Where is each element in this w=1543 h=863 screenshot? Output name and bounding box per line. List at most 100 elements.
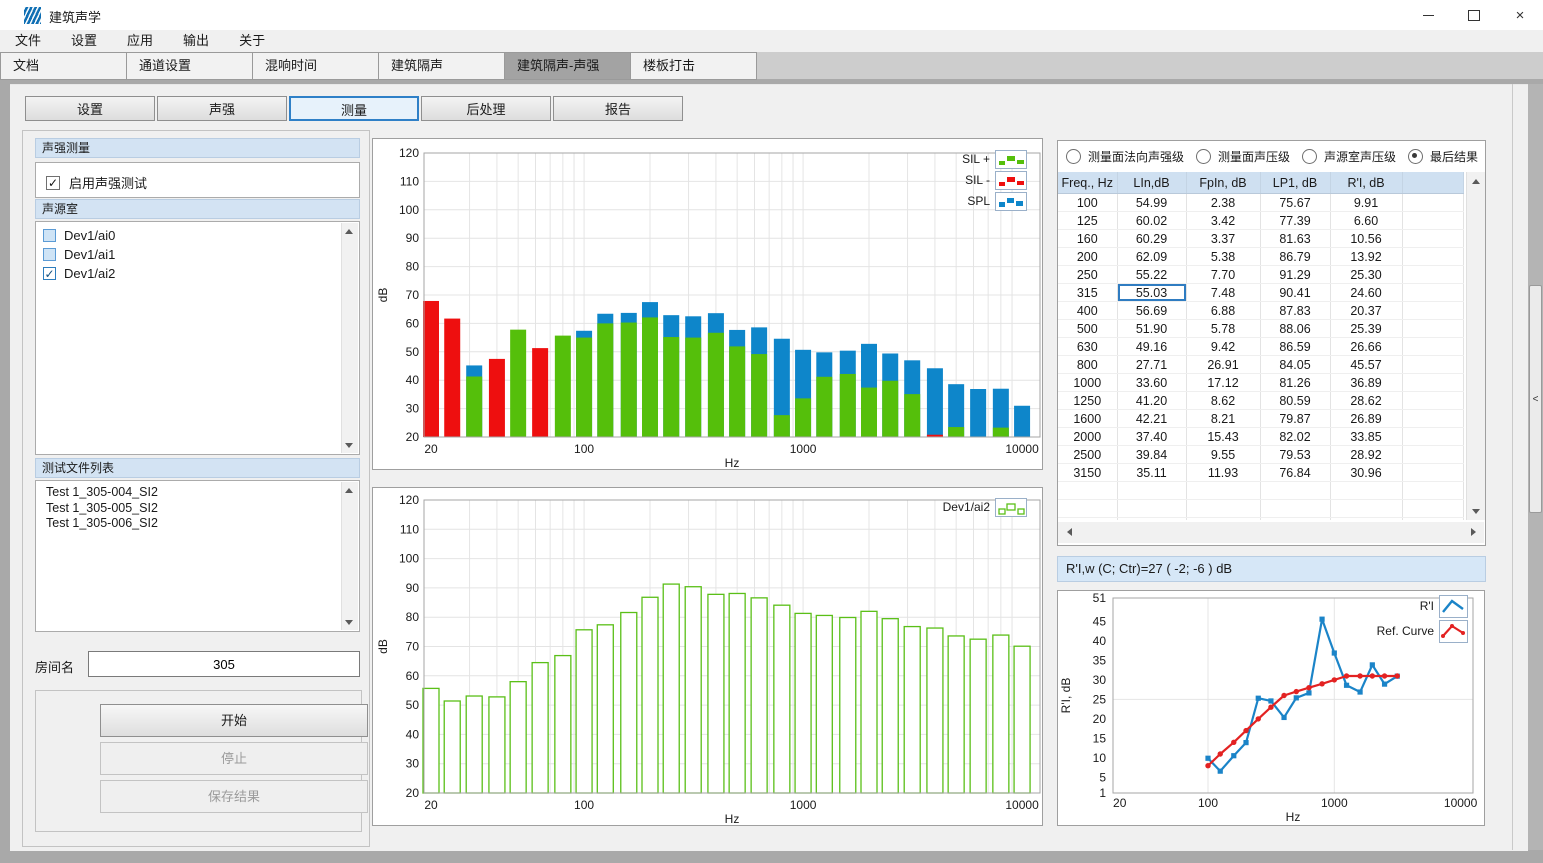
table-cell[interactable]: 1250: [1058, 392, 1117, 410]
table-v-scrollbar[interactable]: [1466, 172, 1485, 520]
table-cell[interactable]: 60.02: [1117, 212, 1186, 230]
device-list-item[interactable]: Dev1/ai0: [36, 226, 359, 245]
table-cell[interactable]: 79.87: [1260, 410, 1330, 428]
scroll-up-icon[interactable]: [1469, 174, 1483, 188]
table-cell[interactable]: 8.62: [1186, 392, 1260, 410]
test-file-item[interactable]: Test 1_305-005_SI2: [46, 501, 359, 517]
table-cell[interactable]: [1402, 374, 1463, 392]
table-cell[interactable]: 84.05: [1260, 356, 1330, 374]
device-list-scrollbar[interactable]: [341, 223, 358, 453]
table-cell[interactable]: [1402, 410, 1463, 428]
subtab-2[interactable]: 测量: [289, 96, 419, 121]
table-cell[interactable]: [1402, 302, 1463, 320]
table-cell[interactable]: 2.38: [1186, 194, 1260, 212]
table-cell[interactable]: 11.93: [1186, 464, 1260, 482]
tab-2[interactable]: 混响时间: [253, 52, 379, 80]
table-cell[interactable]: 87.83: [1260, 302, 1330, 320]
table-cell[interactable]: 54.99: [1117, 194, 1186, 212]
table-cell[interactable]: [1402, 320, 1463, 338]
table-cell[interactable]: 800: [1058, 356, 1117, 374]
table-cell[interactable]: [1402, 428, 1463, 446]
subtab-1[interactable]: 声强: [157, 96, 287, 121]
table-cell[interactable]: 28.62: [1330, 392, 1402, 410]
radio-icon[interactable]: [1408, 149, 1423, 164]
table-cell[interactable]: [1402, 248, 1463, 266]
table-cell[interactable]: 28.92: [1330, 446, 1402, 464]
subtab-4[interactable]: 报告: [553, 96, 683, 121]
scroll-up-icon[interactable]: [342, 483, 356, 497]
table-cell[interactable]: 200: [1058, 248, 1117, 266]
table-cell[interactable]: 5.38: [1186, 248, 1260, 266]
table-cell[interactable]: 33.85: [1330, 428, 1402, 446]
table-cell[interactable]: 27.71: [1117, 356, 1186, 374]
table-cell[interactable]: [1402, 338, 1463, 356]
table-cell[interactable]: 91.29: [1260, 266, 1330, 284]
table-cell[interactable]: 75.67: [1260, 194, 1330, 212]
table-cell[interactable]: 36.89: [1330, 374, 1402, 392]
table-cell[interactable]: 60.29: [1117, 230, 1186, 248]
device-checkbox[interactable]: ✓: [43, 267, 56, 280]
table-cell[interactable]: [1402, 356, 1463, 374]
scroll-down-icon[interactable]: [342, 438, 356, 452]
test-file-item[interactable]: Test 1_305-004_SI2: [46, 485, 359, 501]
table-cell[interactable]: 35.11: [1117, 464, 1186, 482]
minimize-button[interactable]: [1405, 0, 1451, 30]
table-cell[interactable]: 51.90: [1117, 320, 1186, 338]
table-cell[interactable]: 42.21: [1117, 410, 1186, 428]
table-cell[interactable]: 6.88: [1186, 302, 1260, 320]
test-file-item[interactable]: Test 1_305-006_SI2: [46, 516, 359, 532]
close-button[interactable]: ×: [1497, 0, 1543, 30]
table-cell[interactable]: 315: [1058, 284, 1117, 302]
table-cell[interactable]: [1402, 284, 1463, 302]
scroll-up-icon[interactable]: [342, 224, 356, 238]
table-cell[interactable]: 7.48: [1186, 284, 1260, 302]
table-cell[interactable]: 49.16: [1117, 338, 1186, 356]
table-cell[interactable]: 9.55: [1186, 446, 1260, 464]
subtab-3[interactable]: 后处理: [421, 96, 551, 121]
table-cell[interactable]: 76.84: [1260, 464, 1330, 482]
table-cell[interactable]: [1402, 392, 1463, 410]
table-cell[interactable]: 26.89: [1330, 410, 1402, 428]
table-cell[interactable]: 37.40: [1117, 428, 1186, 446]
table-cell[interactable]: [1402, 212, 1463, 230]
table-cell[interactable]: 26.66: [1330, 338, 1402, 356]
device-checkbox[interactable]: [43, 229, 56, 242]
table-cell[interactable]: 100: [1058, 194, 1117, 212]
table-cell[interactable]: 24.60: [1330, 284, 1402, 302]
scroll-down-icon[interactable]: [342, 615, 356, 629]
table-cell[interactable]: 81.63: [1260, 230, 1330, 248]
menu-item-2[interactable]: 应用: [112, 30, 168, 52]
table-cell[interactable]: 400: [1058, 302, 1117, 320]
table-cell[interactable]: 630: [1058, 338, 1117, 356]
start-button[interactable]: 开始: [100, 704, 368, 737]
table-cell[interactable]: 15.43: [1186, 428, 1260, 446]
table-cell[interactable]: 77.39: [1260, 212, 1330, 230]
tab-4[interactable]: 建筑隔声-声强: [505, 52, 631, 80]
device-checkbox[interactable]: [43, 248, 56, 261]
table-cell[interactable]: [1402, 194, 1463, 212]
view-option-0[interactable]: 测量面法向声强级: [1066, 148, 1184, 165]
table-cell[interactable]: 90.41: [1260, 284, 1330, 302]
tab-0[interactable]: 文档: [0, 52, 127, 80]
menu-item-1[interactable]: 设置: [56, 30, 112, 52]
table-cell[interactable]: 13.92: [1330, 248, 1402, 266]
table-cell[interactable]: 1000: [1058, 374, 1117, 392]
scroll-down-icon[interactable]: [1469, 504, 1483, 518]
table-cell[interactable]: 26.91: [1186, 356, 1260, 374]
table-cell[interactable]: 81.26: [1260, 374, 1330, 392]
results-table[interactable]: Freq., HzLIn,dBFpIn, dBLP1, dBR'I, dB100…: [1058, 172, 1464, 520]
table-cell[interactable]: 41.20: [1117, 392, 1186, 410]
table-cell[interactable]: 62.09: [1117, 248, 1186, 266]
table-cell[interactable]: 2500: [1058, 446, 1117, 464]
table-cell[interactable]: 45.57: [1330, 356, 1402, 374]
radio-icon[interactable]: [1302, 149, 1317, 164]
table-cell[interactable]: 5.78: [1186, 320, 1260, 338]
table-cell[interactable]: 25.39: [1330, 320, 1402, 338]
radio-icon[interactable]: [1196, 149, 1211, 164]
table-cell[interactable]: 160: [1058, 230, 1117, 248]
device-list-item[interactable]: Dev1/ai1: [36, 245, 359, 264]
enable-intensity-checkbox[interactable]: ✓: [46, 176, 60, 190]
table-cell[interactable]: 55.22: [1117, 266, 1186, 284]
scroll-right-icon[interactable]: [1466, 525, 1480, 539]
menu-item-4[interactable]: 关于: [224, 30, 280, 52]
